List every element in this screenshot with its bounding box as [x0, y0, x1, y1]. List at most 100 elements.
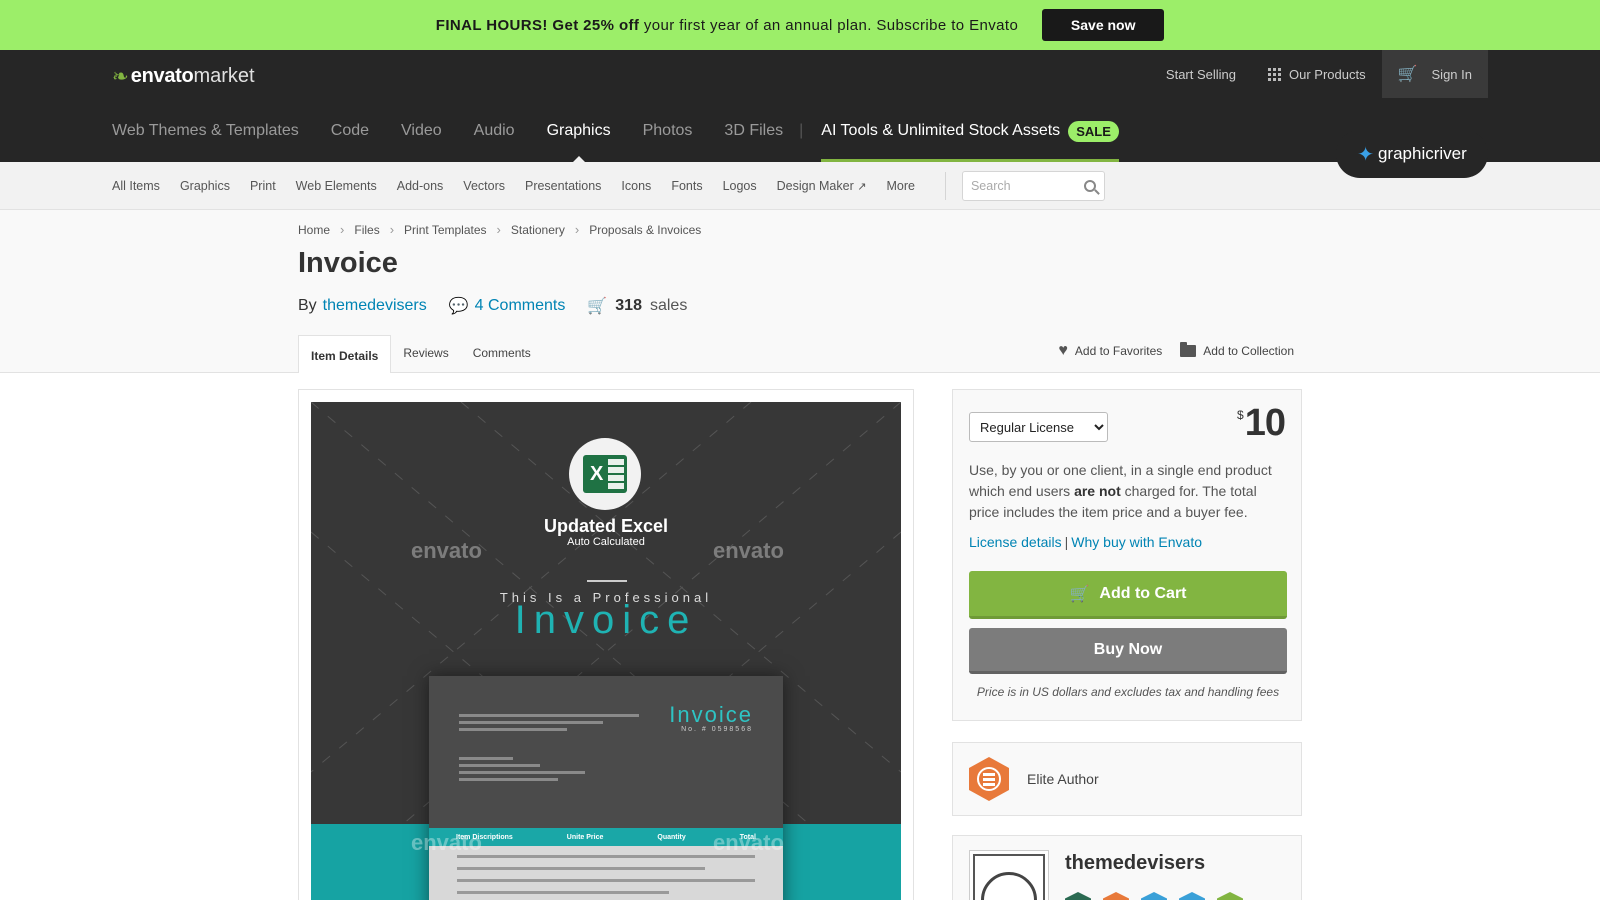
- subnav-items: All Items Graphics Print Web Elements Ad…: [112, 162, 1105, 210]
- envato-leaf-icon: ❧: [112, 66, 129, 88]
- sign-in-link[interactable]: Sign In: [1432, 67, 1472, 82]
- save-now-button[interactable]: Save now: [1042, 9, 1165, 41]
- subnav-divider: [944, 172, 946, 200]
- header-top-links: Start Selling Our Products 🛒 Sign In: [1150, 50, 1488, 98]
- license-desc-bold: are not: [1074, 483, 1121, 499]
- category-nav: Web Themes & Templates Code Video Audio …: [112, 110, 1119, 162]
- our-products-link[interactable]: Our Products: [1252, 67, 1382, 82]
- author-name-link[interactable]: themedevisers: [1065, 852, 1205, 875]
- main-content: X Updated Excel Auto Calculated envato e…: [0, 373, 1600, 900]
- envato-market-logo[interactable]: ❧ envato market: [112, 64, 255, 89]
- doc-invoice-number: No. # 0598568: [681, 726, 753, 733]
- search-input[interactable]: [970, 179, 1071, 193]
- tab-reviews[interactable]: Reviews: [391, 335, 460, 373]
- chevron-right-icon: ›: [574, 222, 580, 237]
- breadcrumb: Home › Files › Print Templates › Stationery…: [298, 222, 701, 237]
- subnav-print[interactable]: Print: [250, 179, 276, 193]
- sales-info: 🛒 318 sales: [587, 296, 687, 316]
- add-to-collection-button[interactable]: Add to Collection: [1180, 342, 1294, 360]
- subnav-vectors[interactable]: Vectors: [463, 179, 505, 193]
- license-description: Use, by you or one client, in a single e…: [969, 460, 1289, 523]
- add-collection-label: Add to Collection: [1203, 344, 1294, 358]
- add-to-cart-label: Add to Cart: [1099, 584, 1187, 602]
- subnav-presentations[interactable]: Presentations: [525, 179, 601, 193]
- comment-bubble-icon: 💬: [448, 298, 469, 315]
- elite-author-badge-icon: [969, 757, 1009, 801]
- subnav-icons[interactable]: Icons: [621, 179, 651, 193]
- search-icon[interactable]: [1083, 180, 1096, 192]
- subnav-fonts[interactable]: Fonts: [671, 179, 702, 193]
- external-link-icon: ↗: [857, 181, 867, 193]
- purchase-box: Regular License Extended License $ 10 Us…: [952, 389, 1302, 721]
- excel-icon: X: [583, 455, 627, 493]
- watermark: envato: [713, 538, 784, 563]
- elite-author-label: Elite Author: [1027, 771, 1099, 787]
- author-badge-icon[interactable]: [1103, 892, 1129, 900]
- tab-item-details[interactable]: Item Details: [298, 335, 392, 374]
- watermark: envato: [411, 830, 482, 855]
- start-selling-link[interactable]: Start Selling: [1150, 67, 1252, 82]
- design-maker-label: Design Maker: [776, 179, 854, 193]
- subnav-graphics[interactable]: Graphics: [180, 179, 230, 193]
- doc-col-header: Unite Price: [566, 833, 604, 841]
- avatar[interactable]: [969, 850, 1049, 900]
- graphicriver-badge[interactable]: ✦ graphicriver: [1336, 130, 1488, 178]
- author-badge-icon[interactable]: [1179, 892, 1205, 900]
- watermark: envato: [411, 538, 482, 563]
- nav-ai-tools[interactable]: AI Tools & Unlimited Stock Assets SALE: [821, 110, 1119, 162]
- comments-link[interactable]: 💬 4 Comments: [449, 296, 566, 316]
- search-box: [961, 171, 1105, 201]
- author-badge-icon[interactable]: [1217, 892, 1243, 900]
- cart-icon: 🛒: [1069, 585, 1090, 603]
- breadcrumb-home[interactable]: Home: [298, 223, 330, 237]
- breadcrumb-proposals-invoices[interactable]: Proposals & Invoices: [589, 223, 701, 237]
- why-buy-link[interactable]: Why buy with Envato: [1071, 534, 1202, 550]
- author-badge-icon[interactable]: [1141, 892, 1167, 900]
- watermark: envato: [713, 830, 784, 855]
- subnav-design-maker[interactable]: Design Maker ↗: [777, 179, 867, 193]
- price: $ 10: [1237, 402, 1286, 445]
- feather-icon: ✦: [1357, 143, 1374, 166]
- our-products-label: Our Products: [1289, 66, 1366, 82]
- sales-count: 318: [615, 297, 642, 314]
- nav-graphics[interactable]: Graphics: [547, 110, 611, 162]
- nav-video[interactable]: Video: [401, 110, 442, 162]
- breadcrumb-print-templates[interactable]: Print Templates: [404, 223, 486, 237]
- preview-auto-text: Auto Calculated: [567, 536, 645, 548]
- promo-headline: FINAL HOURS! Get 25% off: [435, 16, 640, 34]
- add-favorites-label: Add to Favorites: [1074, 344, 1163, 358]
- buy-now-button[interactable]: Buy Now: [969, 628, 1287, 674]
- breadcrumb-files[interactable]: Files: [354, 223, 379, 237]
- nav-photos[interactable]: Photos: [643, 110, 693, 162]
- item-preview-image[interactable]: X Updated Excel Auto Calculated envato e…: [311, 402, 901, 900]
- nav-divider: |: [799, 122, 804, 139]
- author-link[interactable]: themedevisers: [323, 297, 427, 315]
- subnav-logos[interactable]: Logos: [723, 179, 757, 193]
- heart-icon: ♥: [1058, 342, 1068, 359]
- nav-web-themes[interactable]: Web Themes & Templates: [112, 110, 299, 162]
- chevron-right-icon: ›: [389, 222, 395, 237]
- price-currency: $: [1237, 408, 1244, 422]
- tab-comments[interactable]: Comments: [461, 335, 543, 373]
- elite-author-box: Elite Author: [952, 742, 1302, 816]
- chevron-right-icon: ›: [496, 222, 501, 237]
- nav-code[interactable]: Code: [331, 110, 369, 162]
- breadcrumb-stationery[interactable]: Stationery: [511, 223, 565, 237]
- logo-brand: envato: [130, 65, 194, 87]
- ai-tools-label: AI Tools & Unlimited Stock Assets: [821, 122, 1061, 139]
- license-select[interactable]: Regular License Extended License: [969, 412, 1108, 442]
- subnav-more[interactable]: More: [886, 179, 914, 193]
- nav-audio[interactable]: Audio: [474, 110, 515, 162]
- cart-icon[interactable]: 🛒: [1398, 64, 1418, 84]
- price-note: Price is in US dollars and excludes tax …: [976, 685, 1280, 699]
- folder-icon: [1180, 342, 1197, 357]
- add-to-favorites-button[interactable]: ♥ Add to Favorites: [1058, 342, 1162, 360]
- subnav-all-items[interactable]: All Items: [112, 179, 160, 193]
- subnav-web-elements[interactable]: Web Elements: [296, 179, 377, 193]
- nav-3d-files[interactable]: 3D Files: [724, 110, 783, 162]
- author-badge-icon[interactable]: [1065, 892, 1091, 900]
- subnav-add-ons[interactable]: Add-ons: [397, 179, 444, 193]
- add-to-cart-button[interactable]: 🛒 Add to Cart: [969, 571, 1287, 619]
- doc-invoice-title: Invoice: [669, 702, 753, 727]
- license-details-link[interactable]: License details: [969, 534, 1062, 550]
